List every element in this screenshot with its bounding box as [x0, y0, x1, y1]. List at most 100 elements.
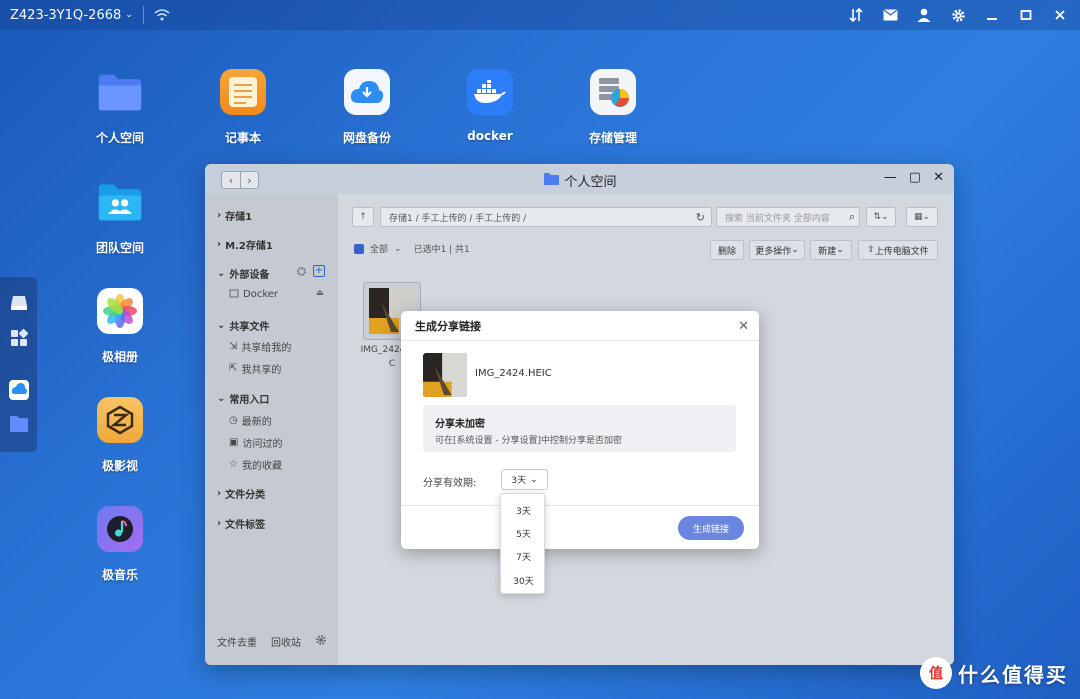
settings-gear-icon[interactable] [296, 266, 307, 280]
sidebar-label: 最新的 [241, 417, 272, 428]
sort-button[interactable]: ⇅⌄ [866, 207, 896, 227]
dialog-header: 生成分享链接 ✕ [401, 311, 759, 341]
minimize-window-icon[interactable]: — [884, 170, 897, 185]
expiry-value: 3天 [511, 476, 527, 486]
sidebar-label: 文件分类 [225, 490, 266, 501]
refresh-icon[interactable]: ↻ [696, 211, 705, 224]
mail-icon[interactable] [882, 7, 898, 23]
clock-icon: ◷ [229, 415, 238, 426]
device-selector[interactable]: Z423-3Y1Q-2668 ⌄ [10, 8, 133, 23]
watermark: 值 什么值得买 [920, 657, 1068, 689]
close-window-icon[interactable]: ✕ [933, 170, 944, 185]
expiry-label: 分享有效期: [423, 478, 477, 489]
recycle-bin-button[interactable]: 回收站 [271, 634, 301, 649]
add-device-button[interactable]: + [313, 265, 325, 277]
divider [142, 6, 144, 24]
desktop-icon-storage-manager[interactable]: 存储管理 [568, 69, 658, 146]
cloud-backup-dock-icon[interactable] [9, 380, 29, 400]
generate-link-button[interactable]: 生成链接 [678, 516, 744, 540]
chevron-down-icon: ⌄ [791, 245, 799, 255]
gear-icon[interactable] [950, 7, 966, 23]
dedupe-button[interactable]: 文件去重 [217, 634, 257, 649]
dialog-file-name: IMG_2424.HEIC [475, 368, 552, 379]
sidebar-item-i-shared[interactable]: ⇱ 我共享的 [229, 361, 281, 376]
chevron-down-icon: ⌄ [217, 393, 226, 404]
desktop-icon-label: 极影视 [101, 459, 138, 473]
chevron-down-icon: ⌄ [836, 245, 844, 255]
sidebar-group-m2storage1[interactable]: › M.2存储1 [217, 237, 273, 252]
chevron-right-icon: › [217, 239, 222, 250]
new-button[interactable]: 新建 ⌄ [810, 240, 852, 260]
expiry-select[interactable]: 3天 ⌄ [501, 469, 548, 490]
selection-bar: 全部 ⌄ 已选中1 | 共1 [354, 242, 470, 255]
search-icon[interactable]: ⌕ [849, 210, 855, 224]
apps-grid-icon[interactable] [9, 328, 29, 348]
folder-dock-icon[interactable] [9, 415, 29, 435]
notice-description: 可在[系统设置 - 分享设置]中控制分享是否加密 [435, 436, 622, 446]
expiry-option-7[interactable]: 7天 [501, 550, 546, 563]
expiry-option-30[interactable]: 30天 [501, 574, 546, 587]
settings-icon[interactable] [315, 634, 327, 649]
sidebar-group-tags[interactable]: › 文件标签 [217, 516, 265, 531]
back-button[interactable]: ‹ [222, 172, 240, 188]
sidebar-item-recent[interactable]: ◷ 最新的 [229, 413, 272, 428]
button-label: 新建 [818, 246, 837, 257]
desktop-icon-photos[interactable]: 极相册 [75, 288, 165, 365]
sidebar-item-shared-to-me[interactable]: ⇲ 共享给我的 [229, 339, 291, 354]
wifi-icon[interactable] [154, 7, 170, 23]
sidebar-group-shared[interactable]: ⌄ 共享文件 [217, 318, 269, 333]
drive-icon[interactable] [9, 293, 29, 313]
search-input[interactable]: 搜索 当前文件夹 全部内容 ⌕ [716, 207, 860, 227]
button-label: 生成链接 [692, 524, 729, 535]
sidebar-item-favorites[interactable]: ☆ 我的收藏 [229, 457, 282, 472]
notepad-icon [220, 69, 266, 115]
expiry-dropdown: 3天 5天 7天 30天 [500, 493, 545, 594]
forward-button[interactable]: › [240, 172, 258, 188]
desktop-icon-docker[interactable]: docker [445, 69, 535, 143]
dialog-title: 生成分享链接 [415, 319, 481, 333]
eject-icon[interactable]: ⏏ [316, 288, 324, 297]
desktop-icon-cloud-backup[interactable]: 网盘备份 [322, 69, 412, 146]
maximize-icon[interactable] [1018, 7, 1034, 23]
expiry-option-3[interactable]: 3天 [501, 504, 546, 517]
sidebar-label: 常用入口 [229, 395, 270, 406]
sidebar-group-storage1[interactable]: › 存储1 [217, 208, 252, 223]
select-all-checkbox[interactable] [354, 243, 364, 254]
sidebar-label: 我的收藏 [241, 461, 282, 472]
upload-button[interactable]: ⇪ 上传电脑文件 [858, 240, 938, 260]
path-bar[interactable]: 存储1 / 手工上传的 / 手工上传的 / ↻ [380, 207, 712, 227]
music-icon [97, 506, 143, 552]
delete-button[interactable]: 删除 [710, 240, 744, 260]
expiry-option-5[interactable]: 5天 [501, 527, 546, 540]
history-icon: ▣ [229, 437, 239, 448]
share-out-icon: ⇱ [229, 363, 238, 374]
desktop-icon-notepad[interactable]: 记事本 [198, 69, 288, 146]
close-icon[interactable] [1052, 7, 1068, 23]
user-icon[interactable] [916, 7, 932, 23]
minimize-icon[interactable] [984, 7, 1000, 23]
sidebar-group-external[interactable]: ⌄ 外部设备 [217, 266, 269, 281]
desktop-icon-team-space[interactable]: 团队空间 [75, 179, 165, 256]
desktop-icon-music[interactable]: 极音乐 [75, 506, 165, 583]
dialog-footer-divider [401, 505, 759, 506]
dialog-close-icon[interactable]: ✕ [738, 319, 749, 334]
desktop-icon-video[interactable]: 极影视 [75, 397, 165, 474]
desktop-icon-personal-space[interactable]: 个人空间 [75, 69, 165, 146]
up-folder-button[interactable]: ↑ [352, 207, 374, 227]
transfer-icon[interactable] [848, 7, 864, 23]
sidebar-label: 共享给我的 [241, 343, 292, 354]
desktop-icon-label: 极相册 [101, 350, 138, 364]
sidebar-group-category[interactable]: › 文件分类 [217, 486, 265, 501]
top-bar: Z423-3Y1Q-2668 ⌄ [0, 0, 1080, 30]
window-controls: — ▢ ✕ [884, 170, 944, 185]
more-actions-button[interactable]: 更多操作 ⌄ [749, 240, 805, 260]
sidebar-item-docker[interactable]: Docker [229, 288, 278, 301]
nav-buttons: ‹ › [221, 171, 259, 189]
maximize-window-icon[interactable]: ▢ [909, 170, 921, 185]
star-icon: ☆ [229, 459, 238, 470]
desktop-icon-label: 网盘备份 [342, 131, 391, 145]
view-toggle-button[interactable]: ▦⌄ [906, 207, 938, 227]
select-all-label[interactable]: 全部 [370, 242, 388, 255]
sidebar-group-common[interactable]: ⌄ 常用入口 [217, 391, 269, 406]
sidebar-item-visited[interactable]: ▣ 访问过的 [229, 435, 282, 450]
